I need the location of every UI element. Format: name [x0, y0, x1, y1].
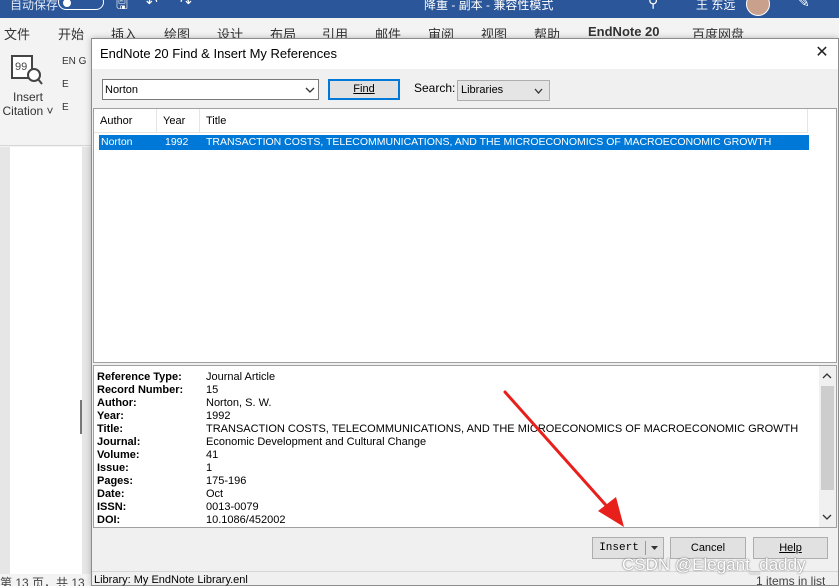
details-scrollbar[interactable] — [819, 366, 836, 527]
undo-icon[interactable]: ↶ — [146, 0, 158, 11]
insert-citation-line1: Insert — [12, 90, 43, 104]
detail-label: Journal: — [97, 436, 141, 448]
search-scope-value: Libraries — [461, 84, 504, 96]
detail-label: Author: — [97, 397, 137, 409]
detail-value: Norton, S. W. — [206, 397, 272, 409]
help-button-label: Help — [779, 542, 802, 554]
insert-citation-icon[interactable]: 99 — [10, 54, 44, 86]
save-icon[interactable]: 🖫 — [116, 0, 128, 18]
search-combobox[interactable] — [102, 79, 319, 100]
detail-label: Reference Type: — [97, 371, 182, 383]
detail-label: Volume: — [97, 449, 140, 461]
library-status: Library: My EndNote Library.enl — [94, 574, 248, 586]
detail-label: Year: — [97, 410, 124, 422]
tab-endnote[interactable]: EndNote 20 — [588, 24, 660, 39]
insert-citation-line2: Citation ˅ — [2, 104, 54, 118]
items-count: 1 items in list — [756, 574, 826, 586]
detail-value: 1992 — [206, 410, 231, 422]
detail-value: 41 — [206, 449, 219, 461]
column-year[interactable]: Year — [157, 109, 200, 133]
redo-icon[interactable]: ↷ — [180, 0, 192, 11]
word-title-bar: 自动保存 🖫 ↶ ↷ 降重 - 副本 - 兼容性模式 ⚲ 王 东远 ✎ — [0, 0, 839, 18]
results-list[interactable]: Author Year Title Norton 1992 TRANSACTIO… — [93, 108, 837, 363]
detail-value: 1 — [206, 462, 213, 474]
column-author[interactable]: Author — [94, 109, 157, 133]
results-header: Author Year Title — [94, 109, 808, 133]
ribbon-edit-item-1[interactable]: E — [62, 79, 69, 90]
detail-value: Oct — [206, 488, 224, 500]
detail-label: Issue: — [97, 462, 129, 474]
tab-file[interactable]: 文件 — [4, 24, 30, 43]
ribbon-en-item[interactable]: EN G — [62, 56, 86, 67]
detail-value: 175-196 — [206, 475, 247, 487]
chevron-down-icon — [534, 88, 543, 94]
close-icon[interactable]: ✕ — [812, 43, 832, 63]
search-input[interactable] — [104, 81, 300, 98]
detail-label: Title: — [97, 423, 124, 435]
ribbon-edit-item-2[interactable]: E — [62, 102, 69, 113]
search-icon[interactable]: ⚲ — [648, 0, 658, 11]
result-row[interactable]: Norton 1992 TRANSACTION COSTS, TELECOMMU… — [99, 135, 809, 150]
tab-home[interactable]: 开始 — [58, 24, 84, 43]
button-separator — [645, 541, 646, 555]
search-scope-label: Search: — [414, 81, 456, 95]
text-cursor-bar — [80, 400, 82, 434]
detail-label: DOI: — [97, 514, 121, 526]
document-page[interactable] — [10, 147, 82, 574]
svg-text:99: 99 — [15, 61, 27, 73]
result-title: TRANSACTION COSTS, TELECOMMUNICATIONS, A… — [206, 136, 772, 148]
dialog-title-bar: EndNote 20 Find & Insert My References ✕ — [92, 39, 838, 69]
dialog-title: EndNote 20 Find & Insert My References — [100, 46, 338, 61]
dropdown-arrow-icon[interactable] — [651, 546, 658, 551]
avatar[interactable] — [746, 0, 770, 16]
detail-label: Date: — [97, 488, 125, 500]
find-button-label: Find — [353, 83, 375, 95]
insert-citation-button[interactable]: Insert Citation ˅ — [0, 90, 56, 118]
autosave-toggle[interactable] — [58, 0, 104, 10]
detail-value: TRANSACTION COSTS, TELECOMMUNICATIONS, A… — [206, 423, 799, 435]
column-title[interactable]: Title — [200, 109, 808, 133]
chevron-down-icon[interactable] — [305, 85, 315, 95]
search-scope-select[interactable]: Libraries — [457, 80, 550, 101]
result-year: 1992 — [165, 136, 189, 148]
reference-details-pane[interactable]: Reference Type: Journal Article Record Nu… — [93, 365, 837, 528]
find-insert-dialog: EndNote 20 Find & Insert My References ✕… — [91, 38, 839, 586]
chevron-up-icon[interactable] — [822, 372, 832, 380]
user-name[interactable]: 王 东远 — [696, 0, 735, 13]
result-author: Norton — [101, 136, 133, 148]
find-button[interactable]: Find — [328, 79, 400, 100]
detail-label: Record Number: — [97, 384, 184, 396]
document-title: 降重 - 副本 - 兼容性模式 — [424, 0, 554, 12]
scrollbar-thumb[interactable] — [821, 386, 834, 490]
detail-value: 10.1086/452002 — [206, 514, 286, 526]
chevron-down-icon[interactable] — [822, 513, 832, 521]
autosave-label: 自动保存 — [10, 0, 59, 12]
detail-label: ISSN: — [97, 501, 127, 513]
detail-value: 0013-0079 — [206, 501, 259, 513]
watermark: CSDN @Elegant_daddy — [622, 555, 806, 574]
pen-icon[interactable]: ✎ — [798, 0, 810, 11]
detail-value: Journal Article — [206, 371, 276, 383]
detail-value: 15 — [206, 384, 219, 396]
detail-value: Economic Development and Cultural Change — [206, 436, 427, 448]
page-info[interactable]: 第 13 页，共 13 — [0, 574, 85, 586]
detail-label: Pages: — [97, 475, 134, 487]
